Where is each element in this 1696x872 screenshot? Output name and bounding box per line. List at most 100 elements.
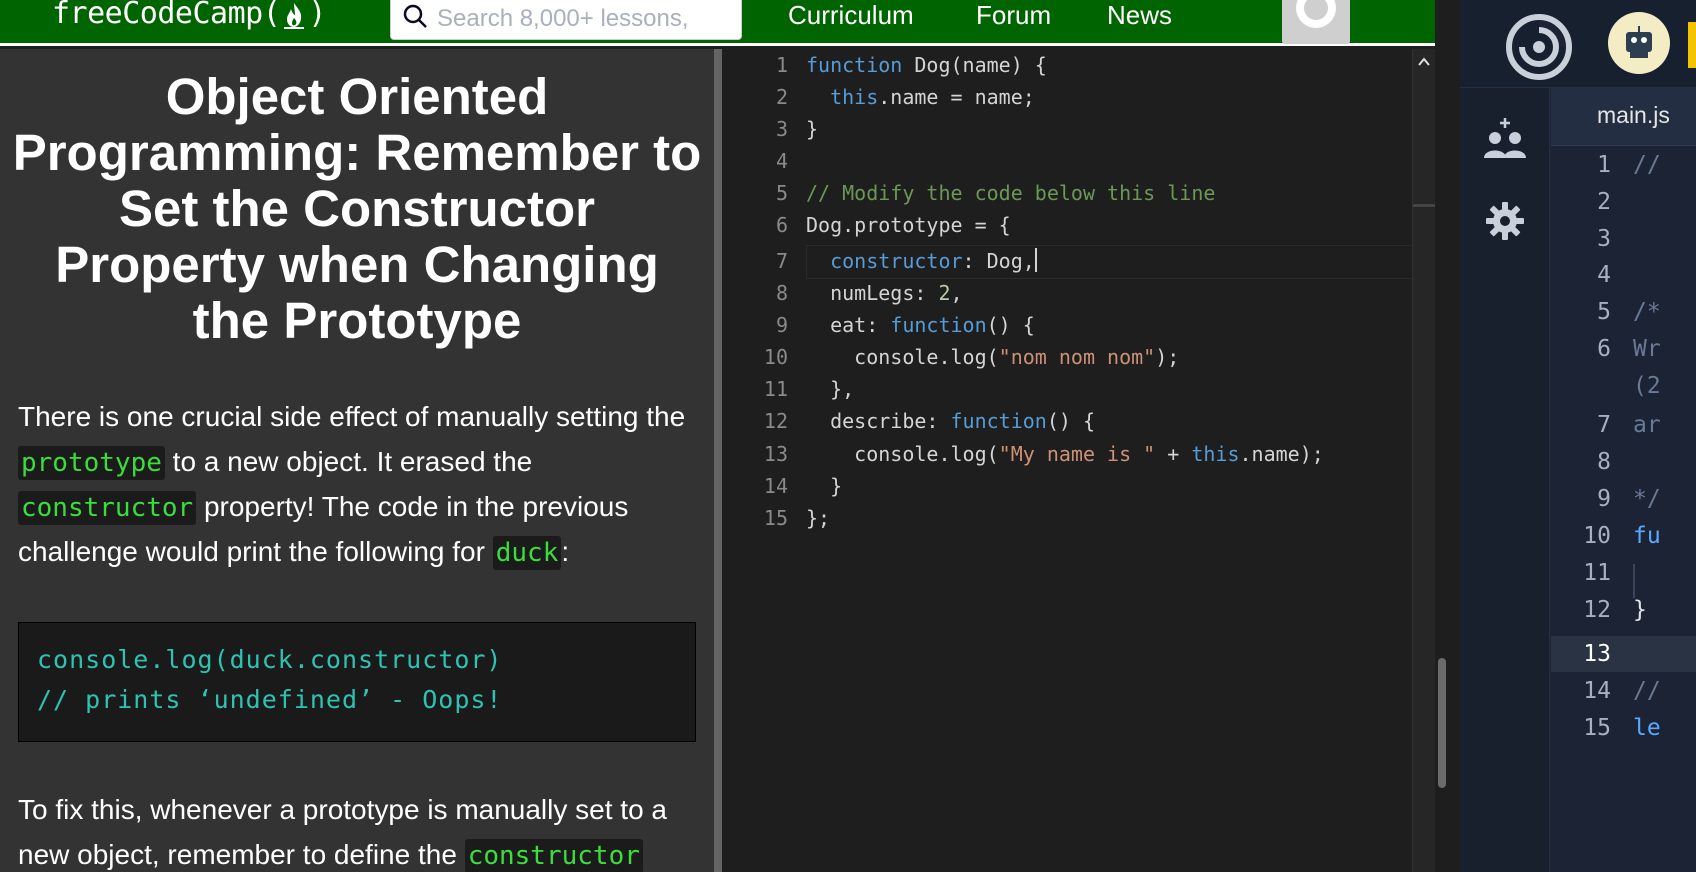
tab-label: main.js (1597, 102, 1670, 128)
line-number: 15 (1583, 715, 1611, 741)
lesson-title: Object Oriented Programming: Remember to… (12, 68, 702, 349)
pane-resize-handle[interactable] (714, 49, 722, 872)
robot-avatar-icon (1626, 26, 1652, 58)
lesson-paragraph: There is one crucial side effect of manu… (18, 394, 702, 574)
line-number: 4 (1597, 262, 1611, 288)
code-token: constructor (830, 249, 963, 273)
code-token: Dog(name) { (902, 53, 1047, 77)
ide-code-editor[interactable]: 1 2 3 4 5 6 7 8 9 10 11 12 13 14 15 // /… (1551, 146, 1696, 872)
line-number: 11 (1583, 560, 1611, 586)
code-line: (2 (1633, 373, 1661, 399)
code-token: () { (986, 313, 1035, 337)
line-number: 1 (1597, 152, 1611, 178)
code-token: console.log( (806, 442, 999, 466)
code-line: } (806, 474, 843, 498)
line-number: 6 (1597, 336, 1611, 362)
code-token: console.log( (806, 345, 999, 369)
code-line: function Dog(name) { (806, 49, 1047, 81)
chevron-up-icon[interactable] (1417, 55, 1431, 69)
user-avatar[interactable] (1282, 0, 1350, 44)
code-line: }, (806, 377, 855, 401)
indent-guide (1633, 564, 1635, 598)
code-line: // (1633, 152, 1661, 178)
code-line: console.log("nom nom nom"); (806, 341, 1179, 373)
fcc-logo[interactable]: freeCodeCamp() (52, 0, 326, 34)
code-line: numLegs: 2, (806, 277, 962, 309)
inline-code-prototype: prototype (18, 446, 165, 480)
line-number: 15 (763, 506, 788, 530)
gear-icon[interactable] (1484, 200, 1526, 242)
search-input[interactable]: Search 8,000+ lessons, (390, 0, 742, 40)
code-example-line: console.log(duck.constructor) (37, 645, 503, 674)
fcc-window: freeCodeCamp() Search 8,000+ lessons, Cu… (0, 0, 1435, 872)
code-line: ar (1633, 412, 1661, 438)
code-token: this (830, 85, 879, 109)
add-user-icon[interactable] (1480, 116, 1530, 162)
line-number: 14 (1583, 678, 1611, 704)
line-number: 5 (1597, 299, 1611, 325)
page-scrollbar-thumb[interactable] (1438, 658, 1446, 788)
para-text: There is one crucial side effect of manu… (18, 401, 686, 432)
code-token: eat: (806, 313, 891, 337)
line-number: 9 (775, 313, 788, 337)
flame-icon (284, 2, 305, 29)
line-number: 10 (763, 345, 788, 369)
code-number: 2 (938, 281, 951, 305)
lesson-paragraph: To fix this, whenever a prototype is man… (18, 787, 702, 872)
code-token: function (950, 409, 1047, 433)
line-number: 5 (775, 181, 788, 205)
line-number: 4 (775, 149, 788, 173)
code-line: describe: function() { (806, 405, 1095, 437)
line-number-active: 13 (1583, 641, 1611, 667)
code-token: .name = name; (878, 85, 1035, 109)
search-placeholder: Search 8,000+ lessons, (437, 5, 689, 32)
code-line: fu (1633, 523, 1661, 549)
line-number: 13 (763, 442, 788, 466)
line-number: 6 (775, 213, 788, 237)
line-number: 3 (775, 117, 788, 141)
code-token: .name); (1239, 442, 1324, 466)
tab-main-js[interactable]: main.js (1551, 88, 1696, 146)
ide-window: main.js 1 2 3 4 5 6 7 8 9 10 11 12 13 14… (1460, 0, 1696, 872)
code-line: le (1633, 715, 1661, 741)
ide-header (1460, 0, 1696, 88)
code-token: this (1191, 442, 1240, 466)
code-line: eat: function() { (806, 309, 1035, 341)
avatar-icon (1296, 0, 1336, 28)
text-caret (1034, 248, 1037, 272)
nav-link-curriculum[interactable]: Curriculum (788, 0, 914, 30)
user-avatar[interactable] (1608, 12, 1670, 74)
line-number: 12 (1583, 597, 1611, 623)
code-line: // Modify the code below this line (806, 177, 1215, 209)
ide-sidebar (1460, 88, 1550, 872)
nav-link-forum[interactable]: Forum (976, 0, 1051, 30)
line-number: 3 (1597, 226, 1611, 252)
code-token: + (1155, 442, 1192, 466)
inline-code-constructor: constructor (18, 491, 197, 525)
code-token: function (806, 53, 903, 77)
inline-code-duck: duck (492, 536, 562, 570)
line-number: 7 (775, 249, 788, 273)
line-number: 2 (1597, 189, 1611, 215)
code-token: describe: (806, 409, 951, 433)
code-line: // (1633, 678, 1661, 704)
para-text: : (561, 536, 570, 567)
line-number: 8 (775, 281, 788, 305)
nav-link-news[interactable]: News (1107, 0, 1172, 30)
code-token: () { (1046, 409, 1095, 433)
notification-badge (1688, 22, 1696, 68)
inline-code-constructor: constructor (464, 839, 643, 872)
editor-scrollbar[interactable] (1412, 49, 1435, 872)
code-line: } (806, 117, 819, 141)
code-line: /* (1633, 299, 1661, 325)
line-number: 2 (775, 85, 788, 109)
code-editor[interactable]: 1 2 3 4 5 6 7 8 9 10 11 12 13 14 15 func… (722, 49, 1435, 872)
code-string: "My name is " (998, 442, 1156, 466)
swirl-logo-icon[interactable] (1504, 12, 1574, 82)
code-line: console.log("My name is " + this.name); (806, 438, 1324, 470)
code-line: this.name = name; (806, 81, 1035, 113)
line-number: 10 (1583, 523, 1611, 549)
code-token: function (890, 313, 987, 337)
code-example-line: // prints ‘undefined’ - Oops! (37, 685, 503, 714)
